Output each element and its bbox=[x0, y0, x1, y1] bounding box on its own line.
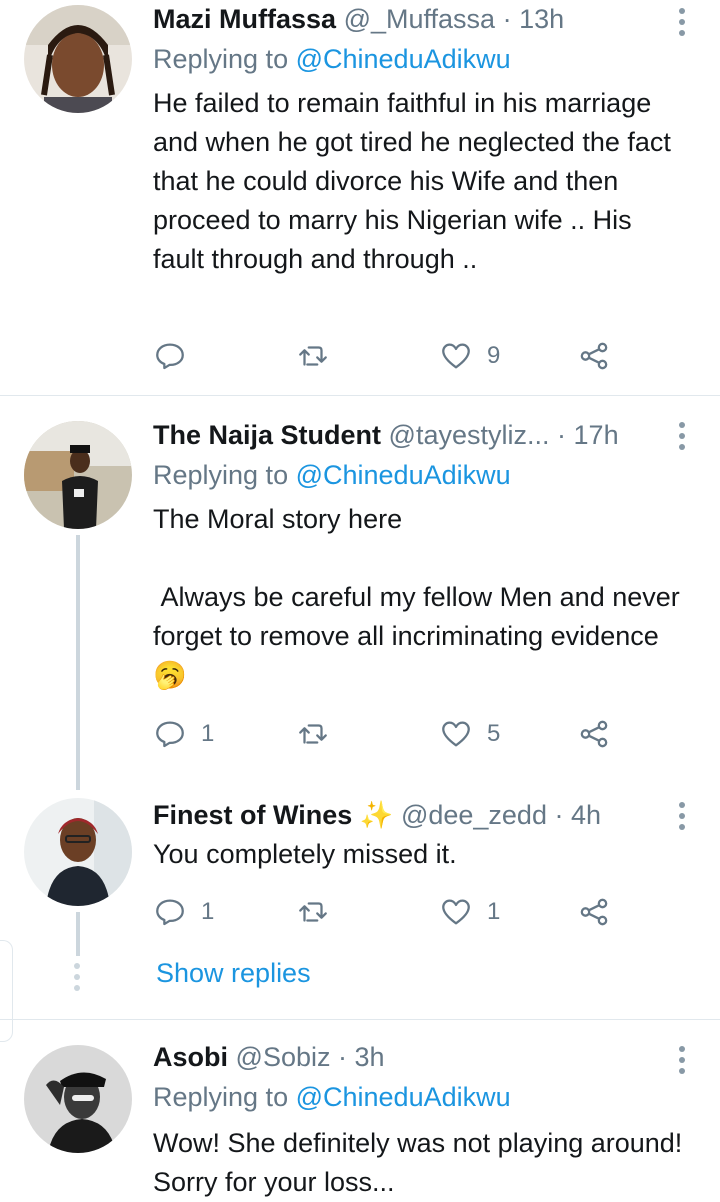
tweet-time[interactable]: 17h bbox=[574, 420, 619, 450]
retweet-icon bbox=[299, 346, 327, 366]
replying-to: Replying to @ChineduAdikwu bbox=[153, 42, 511, 76]
user-handle[interactable]: @_Muffassa bbox=[344, 4, 495, 34]
tweet-4[interactable]: Asobi @Sobiz · 3h Replying to @ChineduAd… bbox=[0, 1020, 720, 1197]
separator-dot: · bbox=[557, 420, 567, 450]
like-icon bbox=[442, 721, 470, 747]
more-replies-dots-icon bbox=[74, 963, 80, 991]
more-options-icon[interactable] bbox=[678, 8, 686, 36]
mention-link[interactable]: @ChineduAdikwu bbox=[296, 44, 511, 74]
show-replies-link[interactable]: Show replies bbox=[156, 958, 311, 989]
tweet-header: The Naija Student @tayestyliz... · 17h bbox=[153, 418, 650, 452]
tweet-text: He failed to remain faithful in his marr… bbox=[153, 88, 679, 274]
reply-button[interactable] bbox=[153, 336, 201, 376]
reply-button[interactable]: 1 bbox=[153, 714, 214, 754]
retweet-icon bbox=[299, 724, 327, 744]
avatar-the-naija-student[interactable] bbox=[24, 421, 132, 529]
like-button[interactable]: 9 bbox=[439, 336, 500, 376]
like-button[interactable]: 5 bbox=[439, 714, 500, 754]
mention-link[interactable]: @ChineduAdikwu bbox=[296, 1082, 511, 1112]
share-button[interactable] bbox=[577, 892, 611, 932]
tweet-text: The Moral story here Always be careful m… bbox=[153, 504, 680, 690]
display-name[interactable]: Mazi Muffassa bbox=[153, 4, 336, 34]
tweet-3[interactable]: Finest of Wines ✨ @dee_zedd · 4h You com… bbox=[0, 776, 720, 936]
tweet-actions: 1 1 bbox=[153, 892, 633, 932]
share-icon bbox=[580, 720, 608, 748]
tweet-header: Finest of Wines ✨ @dee_zedd · 4h bbox=[153, 798, 650, 832]
tweet-time[interactable]: 3h bbox=[355, 1042, 385, 1072]
user-handle[interactable]: @tayestyliz... bbox=[389, 420, 550, 450]
display-name[interactable]: Asobi bbox=[153, 1042, 228, 1072]
tweet-time[interactable]: 13h bbox=[519, 4, 564, 34]
retweet-button[interactable] bbox=[296, 892, 344, 932]
separator-dot: · bbox=[338, 1042, 347, 1072]
reply-count: 1 bbox=[201, 898, 215, 925]
replying-to: Replying to @ChineduAdikwu bbox=[153, 1080, 511, 1114]
like-count: 9 bbox=[487, 342, 501, 369]
retweet-icon bbox=[299, 902, 327, 922]
more-options-icon[interactable] bbox=[678, 422, 686, 450]
separator-dot: · bbox=[554, 800, 564, 830]
avatar-finest-of-wines[interactable] bbox=[24, 798, 132, 906]
tweet-header: Mazi Muffassa @_Muffassa · 13h bbox=[153, 2, 650, 36]
share-button[interactable] bbox=[577, 336, 611, 376]
like-count: 5 bbox=[487, 720, 501, 747]
avatar-asobi[interactable] bbox=[24, 1045, 132, 1153]
reply-icon bbox=[156, 721, 184, 748]
avatar-mazi-muffassa[interactable] bbox=[24, 5, 132, 113]
tweet-actions: 9 bbox=[153, 336, 633, 376]
separator-dot: · bbox=[502, 4, 512, 34]
like-count: 1 bbox=[487, 898, 501, 925]
tweet-2[interactable]: The Naija Student @tayestyliz... · 17h R… bbox=[0, 396, 720, 776]
reply-button[interactable]: 1 bbox=[153, 892, 214, 932]
like-icon bbox=[442, 343, 470, 369]
like-button[interactable]: 1 bbox=[439, 892, 500, 932]
mention-link[interactable]: @ChineduAdikwu bbox=[296, 460, 511, 490]
tweet-text: Wow! She definitely was not playing arou… bbox=[153, 1128, 690, 1197]
tweet-time[interactable]: 4h bbox=[571, 800, 601, 830]
replying-prefix: Replying to bbox=[153, 460, 296, 490]
replying-to: Replying to @ChineduAdikwu bbox=[153, 458, 511, 492]
display-name[interactable]: The Naija Student bbox=[153, 420, 381, 450]
user-handle[interactable]: @dee_zedd bbox=[401, 800, 547, 830]
replying-prefix: Replying to bbox=[153, 1082, 296, 1112]
reply-icon bbox=[156, 899, 184, 926]
reply-count: 1 bbox=[201, 720, 215, 747]
like-icon bbox=[442, 899, 470, 925]
share-icon bbox=[580, 898, 608, 926]
share-button[interactable] bbox=[577, 714, 611, 754]
replying-prefix: Replying to bbox=[153, 44, 296, 74]
tweet-actions: 1 5 bbox=[153, 714, 633, 754]
thread-line bbox=[76, 535, 80, 790]
reply-icon bbox=[156, 343, 184, 370]
tweet-text: You completely missed it. bbox=[153, 839, 457, 869]
tweet-header: Asobi @Sobiz · 3h bbox=[153, 1040, 650, 1074]
more-options-icon[interactable] bbox=[678, 802, 686, 830]
retweet-button[interactable] bbox=[296, 336, 344, 376]
share-icon bbox=[580, 342, 608, 370]
user-handle[interactable]: @Sobiz bbox=[236, 1042, 331, 1072]
display-name[interactable]: Finest of Wines bbox=[153, 800, 352, 830]
tweet-1[interactable]: Mazi Muffassa @_Muffassa · 13h Replying … bbox=[0, 0, 720, 395]
more-options-icon[interactable] bbox=[678, 1046, 686, 1074]
sparkles-icon: ✨ bbox=[359, 800, 394, 830]
retweet-button[interactable] bbox=[296, 714, 344, 754]
